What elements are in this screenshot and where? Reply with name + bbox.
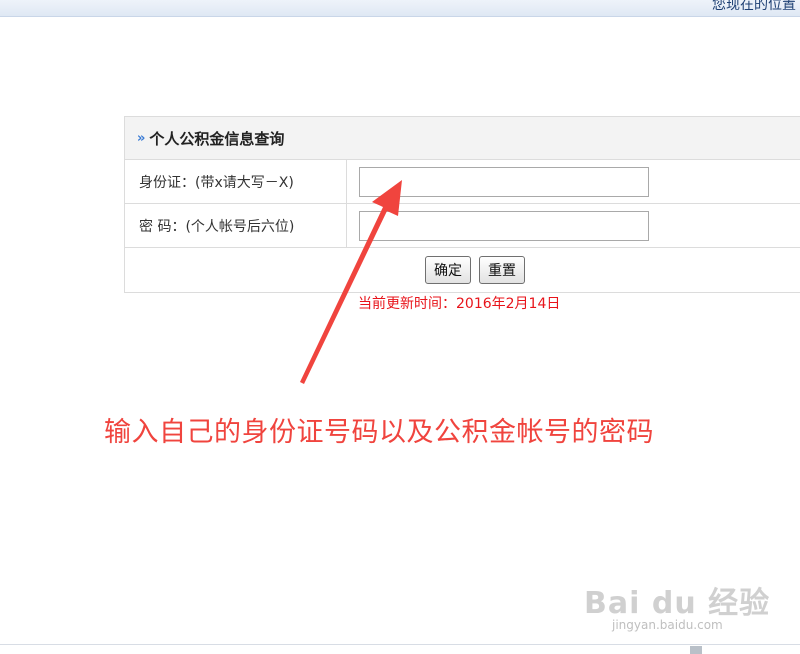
page: 您现在的位置 » 个人公积金信息查询 身份证：(带x请大写－X) 密 码：(个人…	[0, 0, 800, 654]
reset-button[interactable]: 重置	[479, 256, 525, 284]
id-input-cell	[347, 160, 800, 203]
bottom-divider	[0, 644, 800, 645]
annotation-text: 输入自己的身份证号码以及公积金帐号的密码	[104, 417, 654, 448]
panel-title: 个人公积金信息查询	[149, 129, 285, 148]
baidu-watermark: Bai du 经验 jingyan.baidu.com	[584, 570, 784, 640]
fund-query-panel: » 个人公积金信息查询 身份证：(带x请大写－X) 密 码：(个人帐号后六位) …	[124, 116, 800, 293]
password-label: 密 码：(个人帐号后六位)	[125, 204, 347, 247]
bottom-scroll-mark	[690, 646, 702, 654]
annotation-arrow-icon	[300, 180, 402, 384]
update-time-notice: 当前更新时间：2016年2月14日	[358, 296, 561, 312]
double-chevron-icon: »	[137, 130, 146, 146]
panel-header: » 个人公积金信息查询	[125, 117, 800, 160]
id-label: 身份证：(带x请大写－X)	[125, 160, 347, 203]
top-bar: 您现在的位置	[0, 0, 800, 17]
location-text: 您现在的位置	[712, 0, 796, 13]
baidu-logo: Bai du 经验	[584, 586, 771, 621]
password-input-cell	[347, 204, 800, 247]
confirm-button[interactable]: 确定	[425, 256, 471, 284]
watermark-url: jingyan.baidu.com	[612, 618, 723, 632]
button-row: 确定 重置	[125, 248, 800, 292]
id-row: 身份证：(带x请大写－X)	[125, 160, 800, 204]
password-input[interactable]	[359, 210, 649, 241]
password-row: 密 码：(个人帐号后六位)	[125, 204, 800, 248]
id-number-input[interactable]	[359, 166, 649, 197]
